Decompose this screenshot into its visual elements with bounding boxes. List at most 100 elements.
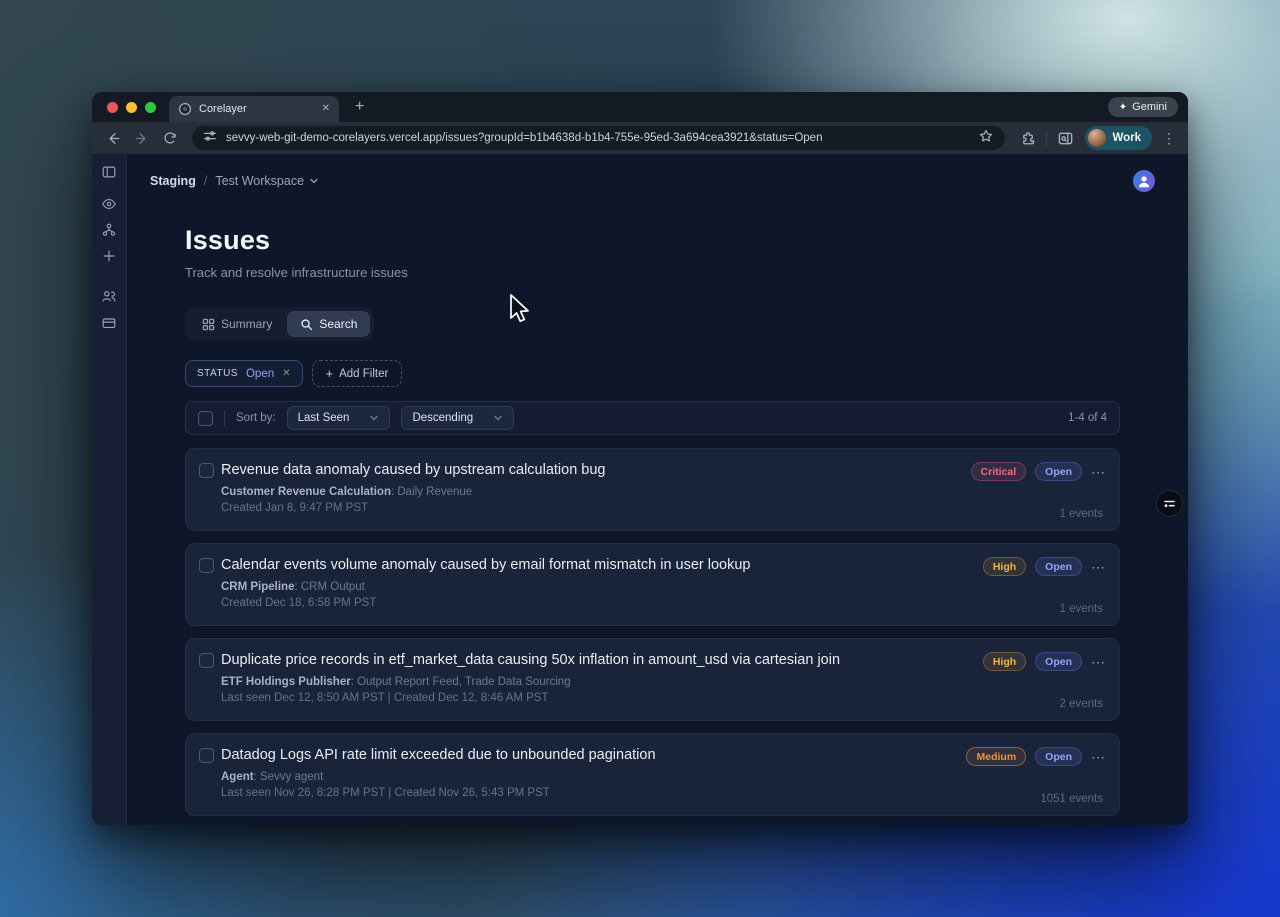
site-settings-icon[interactable] [203,129,217,148]
issue-checkbox[interactable] [199,747,214,763]
close-window-button[interactable] [107,101,118,113]
issue-card[interactable]: Datadog Logs API rate limit exceeded due… [185,733,1120,817]
browser-menu-icon[interactable]: ⋮ [1159,130,1179,147]
browser-tabstrip: Corelayer ✕ + ✦ Gemini [92,92,1188,122]
minimize-window-button[interactable] [126,101,137,113]
issue-event-count: 2 events [1059,698,1103,711]
user-avatar[interactable] [1133,170,1155,193]
add-icon[interactable] [100,247,118,265]
breadcrumb-environment[interactable]: Staging [150,174,196,188]
issue-checkbox[interactable] [199,652,214,668]
issue-menu-icon[interactable]: ⋯ [1091,750,1106,764]
chevron-down-icon [310,179,318,184]
back-button[interactable] [101,126,126,151]
bookmark-star-icon[interactable] [978,128,994,149]
browser-toolbar: sevvy-web-git-demo-corelayers.vercel.app… [92,122,1188,154]
sort-divider [224,410,225,427]
issue-event-count: 1 events [1059,508,1103,521]
issues-page: Issues Track and resolve infrastructure … [127,208,1188,825]
status-badge: Open [1035,747,1082,767]
new-tab-button[interactable]: + [355,99,364,115]
workspace-selector[interactable]: Test Workspace [215,174,319,188]
desktop-wallpaper: Corelayer ✕ + ✦ Gemini sevvy-web-git-dem… [0,0,1280,917]
filter-value: Open [245,367,275,380]
breadcrumb-workspace: Test Workspace [215,174,305,189]
status-badge: Open [1035,462,1082,482]
issue-card[interactable]: Revenue data anomaly caused by upstream … [185,448,1120,532]
severity-badge: Critical [970,462,1027,482]
issue-title[interactable]: Duplicate price records in etf_market_da… [221,652,840,668]
issue-source: Customer Revenue Calculation: Daily Reve… [221,486,473,499]
observe-eye-icon[interactable] [100,195,118,213]
side-panel-icon[interactable] [1053,126,1078,151]
vercel-toolbar-button[interactable] [1156,490,1183,517]
app-content: Staging / Test Workspace Issues Track an… [127,154,1188,825]
sort-field-select[interactable]: Last Seen [286,406,391,431]
app-root: Staging / Test Workspace Issues Track an… [92,154,1188,825]
favicon-icon [178,102,192,116]
app-sidebar-rail [92,154,127,825]
issue-timestamps: Last seen Dec 12, 8:50 AM PST | Created … [221,692,549,705]
browser-profile-button[interactable]: Work [1085,126,1152,150]
chevron-down-icon [370,416,379,421]
add-filter-label: Add Filter [339,367,389,380]
profile-label: Work [1112,132,1141,144]
issue-menu-icon[interactable]: ⋯ [1091,560,1106,574]
status-badge: Open [1035,652,1082,672]
result-count: 1-4 of 4 [1068,412,1107,425]
severity-badge: Medium [966,747,1027,767]
profile-avatar [1088,129,1107,147]
pipeline-graph-icon[interactable] [100,221,118,239]
search-icon [301,319,313,330]
gemini-label: Gemini [1132,101,1167,113]
billing-card-icon[interactable] [100,314,118,332]
tab-search-label: Search [319,317,358,332]
sidebar-toggle-icon[interactable] [100,163,118,181]
browser-tab-corelayer[interactable]: Corelayer ✕ [169,96,339,122]
page-subtitle: Track and resolve infrastructure issues [185,265,408,281]
url-bar[interactable]: sevvy-web-git-demo-corelayers.vercel.app… [192,126,1006,150]
breadcrumb-separator: / [203,174,208,189]
reload-button[interactable] [157,126,182,151]
issue-timestamps: Created Jan 8, 9:47 PM PST [221,502,369,515]
filter-key: STATUS [197,368,238,380]
sort-field-value: Last Seen [297,412,350,425]
select-all-checkbox[interactable] [198,410,213,426]
issue-source: ETF Holdings Publisher: Output Report Fe… [221,676,571,689]
sort-bar: Sort by: Last Seen Descending 1-4 of 4 [185,401,1120,436]
chevron-down-icon [494,416,502,421]
person-icon [1138,176,1150,188]
tab-summary[interactable]: Summary [189,311,285,337]
add-filter-button[interactable]: + Add Filter [311,360,403,388]
sort-by-label: Sort by: [236,412,276,425]
issue-card[interactable]: Calendar events volume anomaly caused by… [185,543,1120,627]
issue-title[interactable]: Datadog Logs API rate limit exceeded due… [221,747,656,763]
filter-bar: STATUS Open ✕ + Add Filter [185,360,1120,388]
severity-badge: High [982,652,1027,672]
issue-event-count: 1 events [1059,603,1103,616]
issue-title[interactable]: Revenue data anomaly caused by upstream … [221,462,606,478]
tab-close-icon[interactable]: ✕ [322,104,330,114]
team-members-icon[interactable] [100,287,118,305]
app-header: Staging / Test Workspace [127,154,1188,208]
url-text: sevvy-web-git-demo-corelayers.vercel.app… [226,132,823,144]
issue-menu-icon[interactable]: ⋯ [1091,465,1106,479]
issue-event-count: 1051 events [1040,793,1103,806]
issue-checkbox[interactable] [199,462,214,478]
tab-title: Corelayer [199,103,247,115]
zoom-window-button[interactable] [145,101,156,113]
plus-icon: + [325,366,334,382]
gemini-button[interactable]: ✦ Gemini [1107,97,1178,117]
sort-direction-select[interactable]: Descending [401,406,515,431]
issue-menu-icon[interactable]: ⋯ [1091,655,1106,669]
forward-button[interactable] [129,126,154,151]
remove-filter-icon[interactable]: ✕ [282,368,290,379]
tab-search[interactable]: Search [287,311,371,338]
issue-title[interactable]: Calendar events volume anomaly caused by… [221,557,751,573]
breadcrumb: Staging / Test Workspace [150,174,319,188]
issue-checkbox[interactable] [199,557,214,573]
status-filter-chip[interactable]: STATUS Open ✕ [185,360,303,388]
issue-card[interactable]: Duplicate price records in etf_market_da… [185,638,1120,722]
extensions-icon[interactable] [1015,126,1040,151]
sparkle-icon: ✦ [1118,101,1128,113]
